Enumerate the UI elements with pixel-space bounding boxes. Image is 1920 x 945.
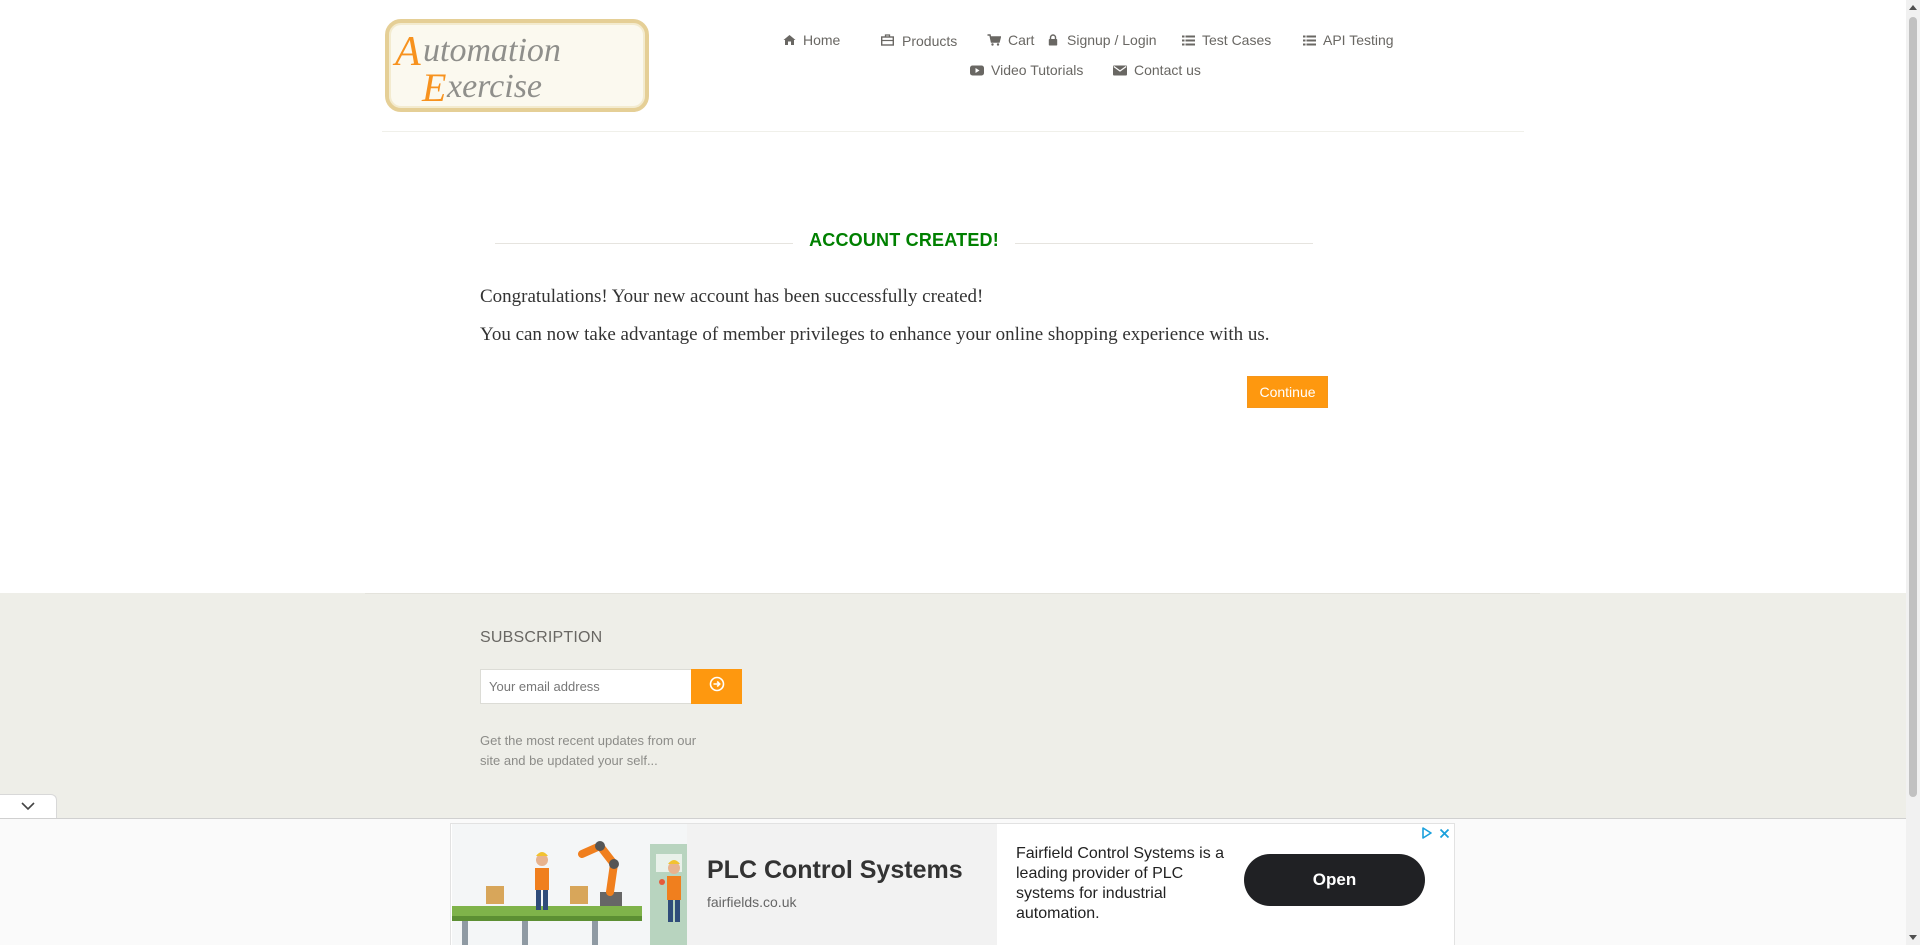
home-icon [782, 33, 796, 47]
ad-unit[interactable]: PLC Control Systems fairfields.co.uk Fai… [450, 823, 1455, 945]
continue-button[interactable]: Continue [1247, 376, 1328, 408]
ad-choices[interactable] [1421, 826, 1450, 844]
continue-button-label: Continue [1259, 384, 1316, 400]
member-privileges-message: You can now take advantage of member pri… [480, 324, 1270, 345]
ad-headline-panel[interactable]: PLC Control Systems fairfields.co.uk [687, 824, 997, 945]
nav-products[interactable]: Products [880, 30, 957, 50]
nav-signup-login-label: Signup / Login [1067, 32, 1157, 48]
ad-collapse-toggle[interactable] [0, 794, 57, 818]
nav-api-testing[interactable]: API Testing [1302, 30, 1394, 50]
cart-icon [987, 33, 1001, 47]
site-logo[interactable]: A utomation E xercise [385, 19, 649, 112]
ad-open-button[interactable]: Open [1244, 854, 1425, 906]
account-created-title: ACCOUNT CREATED! [495, 230, 1313, 251]
adchoices-icon[interactable] [1421, 826, 1433, 844]
ad-description: Fairfield Control Systems is a leading p… [1016, 845, 1225, 922]
scroll-down-arrow-icon[interactable] [1909, 935, 1917, 940]
chevron-down-icon [20, 798, 36, 816]
ad-title[interactable]: PLC Control Systems [707, 856, 963, 885]
youtube-icon [970, 63, 984, 77]
ad-open-label: Open [1312, 870, 1357, 889]
congratulations-message: Congratulations! Your new account has be… [480, 286, 984, 307]
nav-signup-login[interactable]: Signup / Login [1046, 30, 1157, 50]
anchor-ad-bar: PLC Control Systems fairfields.co.uk Fai… [0, 818, 1906, 945]
nav-cart[interactable]: Cart [987, 30, 1034, 50]
nav-products-label: Products [902, 33, 958, 49]
nav-contact-us-label: Contact us [1134, 62, 1201, 78]
logo-initial-e: E [421, 65, 446, 110]
subscribe-button[interactable] [691, 669, 742, 704]
ad-illustration [452, 824, 688, 945]
logo-wordmark: A utomation E xercise [392, 29, 561, 110]
nav-cart-label: Cart [1008, 32, 1035, 48]
nav-test-cases[interactable]: Test Cases [1181, 30, 1271, 50]
nav-home-label: Home [803, 32, 841, 48]
nav-test-cases-label: Test Cases [1202, 32, 1272, 48]
nav-home[interactable]: Home [782, 30, 840, 50]
account-created-heading-row: ACCOUNT CREATED! [495, 230, 1313, 254]
ad-url[interactable]: fairfields.co.uk [707, 894, 796, 910]
subscription-email-input[interactable] [480, 669, 692, 704]
lock-icon [1046, 33, 1060, 47]
subscription-description: Get the most recent updates from our sit… [480, 733, 697, 768]
factory-robot-illustration [452, 824, 688, 945]
scrollbar-thumb[interactable] [1909, 17, 1917, 797]
nav-api-testing-label: API Testing [1323, 32, 1394, 48]
nav-video-tutorials[interactable]: Video Tutorials [970, 60, 1083, 80]
arrow-circle-right-icon [709, 676, 725, 697]
page-scrollbar[interactable] [1906, 0, 1920, 945]
products-icon [880, 33, 894, 47]
logo-initial-a: A [392, 29, 421, 75]
account-created-title-text: ACCOUNT CREATED! [793, 230, 1015, 250]
nav-contact-us[interactable]: Contact us [1113, 60, 1201, 80]
nav-video-tutorials-label: Video Tutorials [991, 62, 1084, 78]
list-icon [1181, 33, 1195, 47]
list-icon [1302, 33, 1316, 47]
logo-line1-rest: utomation [423, 32, 561, 69]
site-header: A utomation E xercise Home Products Cart [382, 0, 1524, 132]
envelope-icon [1113, 63, 1127, 77]
subscription-title: SUBSCRIPTION [480, 629, 603, 646]
scroll-up-arrow-icon[interactable] [1909, 5, 1917, 10]
close-icon[interactable] [1439, 826, 1450, 844]
footer-divider [365, 593, 1540, 594]
logo-line2-rest: xercise [446, 68, 542, 105]
